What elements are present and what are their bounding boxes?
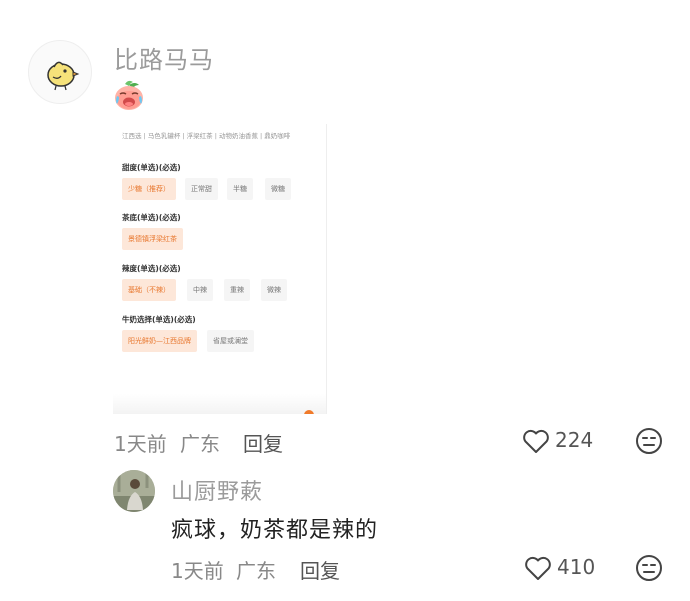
screenshot-tabs: 江西选 | 马色乳罐杯 | 浮梁红茶 | 动物奶油香蕉 | 鼎奶咖啡	[122, 132, 291, 140]
option-chip: 微糖	[265, 178, 291, 200]
section-title: 辣度(单选)(必选)	[122, 264, 181, 273]
location: 广东	[180, 432, 220, 456]
screenshot-fade	[113, 394, 326, 414]
option-chip: 正常甜	[185, 178, 218, 200]
reply-button[interactable]: 回复	[243, 428, 283, 457]
cart-dot-icon	[304, 410, 314, 414]
chick-icon	[47, 61, 80, 91]
option-chip: 重辣	[224, 279, 250, 301]
option-chip: 基础（不辣）	[122, 279, 176, 301]
option-chip: 微辣	[261, 279, 287, 301]
option-chip: 阳光鲜奶—江西品牌	[122, 330, 197, 352]
like-count: 410	[557, 555, 596, 579]
heart-outline-icon[interactable]	[521, 426, 551, 456]
person-photo-avatar	[113, 470, 155, 512]
heart-outline-icon[interactable]	[523, 553, 553, 583]
section-title: 甜度(单选)(必选)	[122, 163, 181, 172]
reply-button[interactable]: 回复	[300, 555, 340, 584]
attached-screenshot[interactable]: 江西选 | 马色乳罐杯 | 浮梁红茶 | 动物奶油香蕉 | 鼎奶咖啡 甜度(单选…	[113, 124, 327, 414]
timestamp: 1天前	[171, 559, 224, 583]
section-title: 牛奶选择(单选)(必选)	[122, 315, 196, 324]
username[interactable]: 比路马马	[114, 40, 214, 75]
meh-face-icon[interactable]	[634, 553, 664, 583]
like-count: 224	[555, 428, 594, 452]
meh-face-icon[interactable]	[634, 426, 664, 456]
avatar[interactable]	[113, 470, 155, 512]
option-chip: 景德镇浮梁红茶	[122, 228, 183, 250]
option-chip: 半糖	[227, 178, 253, 200]
option-chip: 少糖（推荐）	[122, 178, 176, 200]
username[interactable]: 山厨野蔌	[171, 474, 263, 506]
comment-text: 疯球，奶茶都是辣的	[171, 518, 379, 543]
section-title: 茶底(单选)(必选)	[122, 213, 181, 222]
crying-laughing-peach-icon	[112, 78, 146, 112]
location: 广东	[236, 559, 276, 583]
option-chip: 省屋或澜堂	[207, 330, 254, 352]
avatar[interactable]	[28, 40, 92, 104]
option-chip: 中辣	[187, 279, 213, 301]
timestamp: 1天前	[114, 432, 167, 456]
